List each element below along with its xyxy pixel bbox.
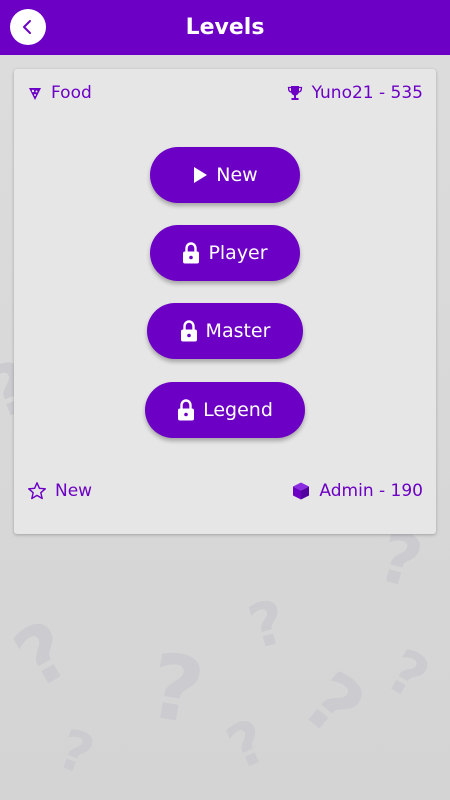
category-info: Food [27, 83, 92, 103]
lock-icon [180, 320, 197, 342]
card-header-row: Food Yuno21 - 535 [14, 83, 436, 103]
play-icon [194, 167, 208, 183]
creator-info: Admin - 190 [291, 481, 423, 501]
level-button-label: Legend [203, 399, 273, 421]
level-button-new[interactable]: New [150, 147, 300, 203]
level-button-legend[interactable]: Legend [145, 382, 305, 438]
header-bar: Levels [0, 0, 450, 55]
chevron-left-icon [23, 20, 31, 34]
level-button-label: New [216, 164, 258, 186]
cube-icon [293, 482, 310, 500]
category-label: Food [51, 83, 92, 103]
pizza-icon [29, 88, 41, 100]
page-title: Levels [185, 15, 265, 40]
top-player-info: Yuno21 - 535 [286, 83, 423, 103]
status-info: New [27, 481, 92, 501]
trophy-icon [287, 86, 302, 100]
level-button-master[interactable]: Master [147, 303, 303, 359]
lock-icon [178, 399, 195, 421]
level-button-label: Player [208, 242, 268, 264]
level-button-label: Master [205, 320, 271, 342]
card-footer-row: New Admin - 190 [14, 481, 436, 501]
level-card: Food Yuno21 - 535 New Player Master Lege… [14, 69, 436, 534]
back-button[interactable] [10, 9, 46, 45]
level-button-player[interactable]: Player [150, 225, 300, 281]
lock-icon [183, 242, 200, 264]
top-player-label: Yuno21 - 535 [311, 83, 423, 103]
status-label: New [55, 481, 93, 501]
star-outline-icon [28, 482, 46, 500]
creator-label: Admin - 190 [319, 481, 423, 501]
